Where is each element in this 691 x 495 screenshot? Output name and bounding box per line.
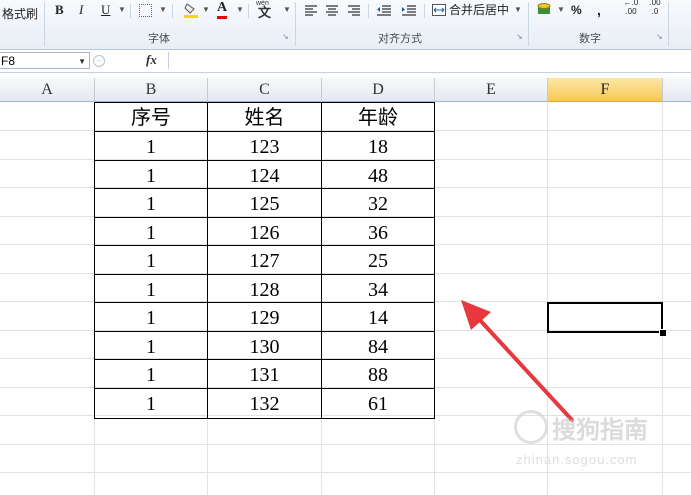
watermark-url: zhinan.sogou.com <box>516 452 638 467</box>
watermark-logo-icon <box>514 410 548 444</box>
watermark-text: 搜狗指南 <box>552 417 648 444</box>
annotation-arrow-shaft <box>476 316 574 422</box>
